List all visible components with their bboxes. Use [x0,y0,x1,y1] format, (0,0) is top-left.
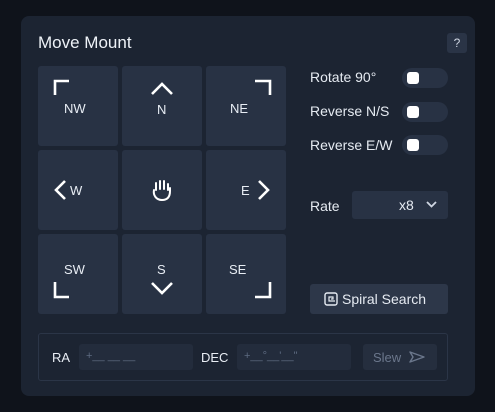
move-s-button[interactable]: S [122,234,202,314]
move-mount-panel: Move Mount ? NW N NE W E SW S SE Rotate … [21,16,475,396]
hand-stop-icon [152,180,171,201]
dec-input[interactable]: +__°__'__" [237,344,351,370]
move-n-button[interactable]: N [122,66,202,146]
dec-placeholder: +__°__'__" [244,350,298,362]
chevron-right-icon [258,180,270,200]
move-w-button[interactable]: W [38,150,118,230]
slew-button[interactable]: Slew [363,344,437,370]
n-label: N [157,102,167,117]
toggle-knob [407,72,419,84]
w-label: W [70,183,83,198]
slew-label: Slew [373,350,402,365]
corner-nw-icon [53,79,69,95]
toggle-knob [407,106,419,118]
rate-label: Rate [310,198,340,214]
reverse-ns-label: Reverse N/S [310,103,390,119]
ra-label: RA [52,350,71,365]
reverse-ns-toggle[interactable] [402,102,448,122]
chevron-left-icon [54,180,66,200]
dec-label: DEC [201,350,229,365]
stop-button[interactable] [122,150,202,230]
ne-label: NE [230,101,249,116]
rotate-90-label: Rotate 90° [310,69,377,85]
spiral-search-button[interactable]: Spiral Search [310,284,448,314]
spiral-search-label: Spiral Search [342,291,427,307]
move-sw-button[interactable]: SW [38,234,118,314]
reverse-ew-toggle[interactable] [402,135,448,155]
chevron-down-icon [426,201,437,208]
se-label: SE [229,262,247,277]
corner-ne-icon [255,79,272,95]
ra-input[interactable]: +__ __ __ [79,344,193,370]
chevron-down-icon [151,282,173,295]
send-icon [409,351,425,363]
panel-title: Move Mount [38,33,132,52]
rate-value: x8 [399,197,414,213]
move-nw-button[interactable]: NW [38,66,118,146]
corner-sw-icon [53,282,69,299]
move-se-button[interactable]: SE [206,234,286,314]
reverse-ew-label: Reverse E/W [310,137,393,153]
corner-se-icon [255,282,272,299]
move-ne-button[interactable]: NE [206,66,286,146]
rate-select[interactable]: x8 [352,191,448,219]
rotate-90-toggle[interactable] [402,68,448,88]
toggle-knob [407,139,419,151]
move-e-button[interactable]: E [206,150,286,230]
e-label: E [241,183,250,198]
chevron-up-icon [151,82,173,95]
help-button[interactable]: ? [447,33,467,53]
nw-label: NW [64,101,86,116]
spiral-icon [324,292,338,306]
s-label: S [157,262,166,277]
sw-label: SW [64,262,85,277]
coordinates-bar: RA +__ __ __ DEC +__°__'__" Slew [38,333,448,381]
ra-placeholder: +__ __ __ [86,350,136,362]
